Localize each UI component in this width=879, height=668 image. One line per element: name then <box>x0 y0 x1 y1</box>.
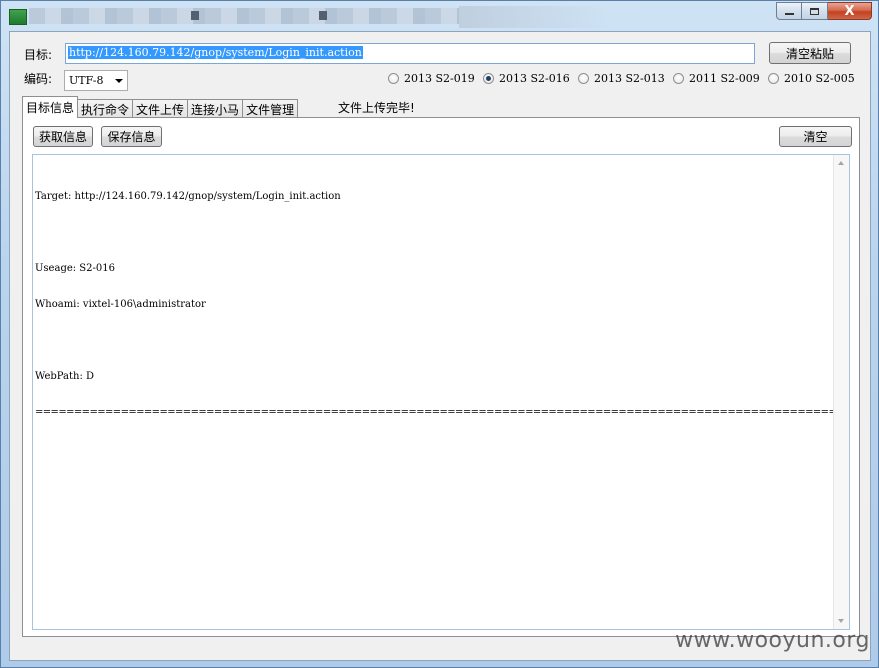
app-window: X 目标: http://124.160.79.142/gnop/system/… <box>0 0 879 668</box>
tab-execute-command[interactable]: 执行命令 <box>78 99 134 118</box>
radio-indicator <box>388 73 399 84</box>
radio-label: 2013 S2-016 <box>499 72 570 85</box>
app-icon <box>9 9 27 25</box>
tab-strip: 目标信息 执行命令 文件上传 连接小马 文件管理 <box>22 96 299 118</box>
output-textarea[interactable]: Target: http://124.160.79.142/gnop/syste… <box>32 154 850 630</box>
save-info-button[interactable]: 保存信息 <box>101 126 162 147</box>
encoding-value: UTF-8 <box>69 74 104 87</box>
tab-label: 目标信息 <box>26 101 75 115</box>
radio-s2-005[interactable]: 2010 S2-005 <box>768 72 855 85</box>
scroll-down-arrow-icon[interactable] <box>838 619 844 623</box>
tab-connect-shell[interactable]: 连接小马 <box>188 99 244 118</box>
target-url-input[interactable]: http://124.160.79.142/gnop/system/Login_… <box>65 43 755 64</box>
radio-indicator-checked <box>483 73 494 84</box>
radio-label: 2013 S2-019 <box>404 72 475 85</box>
tab-label: 文件管理 <box>246 102 295 117</box>
client-area: 目标: http://124.160.79.142/gnop/system/Lo… <box>9 31 871 661</box>
output-text: Target: http://124.160.79.142/gnop/syste… <box>35 167 835 443</box>
tab-label: 执行命令 <box>81 102 130 117</box>
radio-label: 2010 S2-005 <box>784 72 855 85</box>
encoding-label: 编码: <box>24 72 53 86</box>
radio-indicator <box>673 73 684 84</box>
radio-s2-013[interactable]: 2013 S2-013 <box>578 72 673 85</box>
tab-target-info[interactable]: 目标信息 <box>22 96 79 118</box>
target-url-selection: http://124.160.79.142/gnop/system/Login_… <box>68 46 363 59</box>
close-icon: X <box>844 3 855 19</box>
radio-label: 2013 S2-013 <box>594 72 665 85</box>
radio-label: 2011 S2-009 <box>689 72 760 85</box>
tab-file-upload[interactable]: 文件上传 <box>133 99 189 118</box>
scroll-up-arrow-icon[interactable] <box>838 161 844 165</box>
watermark: www.wooyun.org <box>675 628 870 653</box>
minimize-icon <box>784 13 794 15</box>
tab-panel-target-info: 获取信息 保存信息 清空 Target: http://124.160.79.1… <box>22 117 860 637</box>
clear-paste-label: 清空粘贴 <box>785 46 834 61</box>
radio-indicator <box>578 73 589 84</box>
tab-label: 文件上传 <box>136 102 185 117</box>
chevron-down-icon <box>115 79 123 83</box>
window-title-redacted-fade <box>459 6 609 28</box>
get-info-button[interactable]: 获取信息 <box>33 126 93 147</box>
radio-s2-016[interactable]: 2013 S2-016 <box>483 72 578 85</box>
maximize-button[interactable] <box>802 2 828 20</box>
window-title-redacted <box>29 8 459 24</box>
clear-output-button[interactable]: 清空 <box>779 126 852 147</box>
title-bar[interactable]: X <box>1 1 878 31</box>
caption-buttons: X <box>776 2 872 21</box>
output-line: Target: http://124.160.79.142/gnop/syste… <box>35 191 341 202</box>
clear-paste-button[interactable]: 清空粘贴 <box>769 42 851 64</box>
minimize-button[interactable] <box>776 2 802 20</box>
output-line: Whoami: vixtel-106\administrator <box>35 299 206 310</box>
radio-s2-019[interactable]: 2013 S2-019 <box>388 72 483 85</box>
output-line: WebPath: D <box>35 371 95 382</box>
tab-label: 连接小马 <box>191 102 240 117</box>
clear-output-label: 清空 <box>803 130 828 144</box>
vertical-scrollbar[interactable] <box>833 155 849 629</box>
radio-indicator <box>768 73 779 84</box>
output-line: Useage: S2-016 <box>35 263 115 274</box>
encoding-select[interactable]: UTF-8 <box>64 70 128 91</box>
close-button[interactable]: X <box>828 2 872 20</box>
target-label: 目标: <box>24 48 53 62</box>
maximize-icon <box>810 7 819 15</box>
exploit-radio-group: 2013 S2-019 2013 S2-016 2013 S2-013 2011… <box>388 72 855 85</box>
radio-s2-009[interactable]: 2011 S2-009 <box>673 72 768 85</box>
tab-file-manager[interactable]: 文件管理 <box>243 99 299 118</box>
save-info-label: 保存信息 <box>107 130 156 144</box>
get-info-label: 获取信息 <box>38 130 87 144</box>
output-separator: ========================================… <box>35 407 835 418</box>
status-message: 文件上传完毕! <box>338 101 415 115</box>
